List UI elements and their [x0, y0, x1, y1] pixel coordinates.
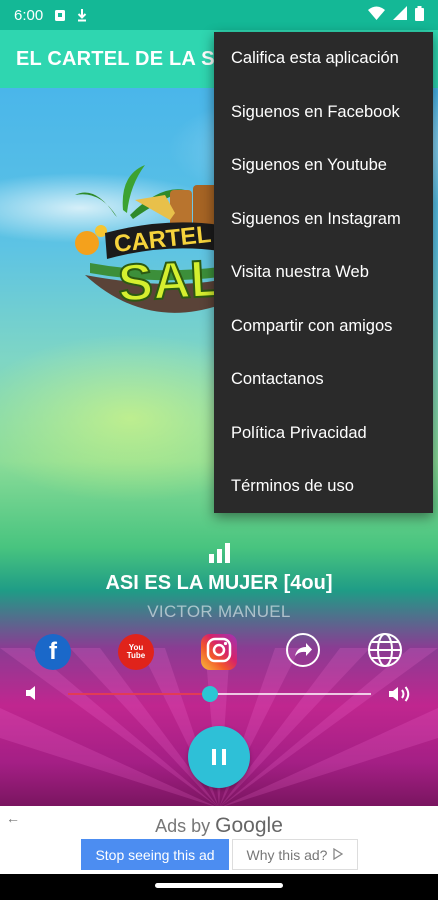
signal-icon	[393, 6, 407, 24]
station-logo: CARTEL SAL	[75, 155, 224, 325]
website-button[interactable]	[367, 632, 403, 673]
overflow-menu: Califica esta aplicación Siguenos en Fac…	[214, 32, 433, 513]
menu-item-instagram[interactable]: Siguenos en Instagram	[214, 193, 433, 247]
status-bar: 6:00	[0, 0, 438, 30]
facebook-icon: f	[49, 638, 57, 665]
status-time: 6:00	[14, 6, 44, 24]
facebook-button[interactable]: f	[35, 634, 71, 670]
menu-item-privacy[interactable]: Política Privacidad	[214, 407, 433, 461]
why-this-ad-label: Why this ad?	[246, 846, 328, 863]
volume-slider-fill	[68, 693, 211, 695]
sim-card-icon	[53, 8, 67, 22]
song-artist: VICTOR MANUEL	[147, 602, 291, 621]
youtube-icon: You Tube	[126, 643, 146, 660]
ads-by-label: Ads by	[155, 816, 211, 836]
pause-icon	[209, 749, 229, 765]
ads-by-google: Ads by Google	[0, 814, 438, 838]
pause-button[interactable]	[188, 726, 250, 788]
menu-item-rate-app[interactable]: Califica esta aplicación	[214, 32, 433, 86]
menu-item-terms[interactable]: Términos de uso	[214, 460, 433, 514]
ad-banner: ← Ads by Google Stop seeing this ad Why …	[0, 806, 438, 874]
why-this-ad-button[interactable]: Why this ad?	[232, 839, 358, 870]
instagram-icon	[206, 637, 232, 668]
menu-item-share[interactable]: Compartir con amigos	[214, 300, 433, 354]
volume-up-icon[interactable]	[388, 684, 414, 709]
battery-icon	[415, 5, 424, 25]
google-wordmark: Google	[215, 814, 283, 837]
menu-item-youtube[interactable]: Siguenos en Youtube	[214, 139, 433, 193]
volume-slider[interactable]	[68, 693, 371, 695]
adchoices-icon	[332, 847, 344, 863]
equalizer-icon	[209, 543, 230, 563]
menu-item-website[interactable]: Visita nuestra Web	[214, 246, 433, 300]
home-gesture-handle[interactable]	[155, 883, 283, 888]
volume-down-icon[interactable]	[24, 684, 40, 707]
menu-item-facebook[interactable]: Siguenos en Facebook	[214, 86, 433, 140]
youtube-button[interactable]: You Tube	[118, 634, 154, 670]
instagram-button[interactable]	[201, 634, 237, 670]
menu-item-contact[interactable]: Contactanos	[214, 353, 433, 407]
download-icon	[75, 8, 89, 22]
share-icon	[285, 632, 321, 673]
song-title: ASI ES LA MUJER [4ou]	[105, 572, 333, 594]
globe-icon	[367, 632, 403, 673]
stop-seeing-ad-button[interactable]: Stop seeing this ad	[81, 839, 229, 870]
share-button[interactable]	[285, 632, 321, 673]
wifi-icon	[368, 6, 385, 24]
system-nav-bar	[0, 874, 438, 900]
logo-line-2: SAL	[117, 250, 220, 313]
